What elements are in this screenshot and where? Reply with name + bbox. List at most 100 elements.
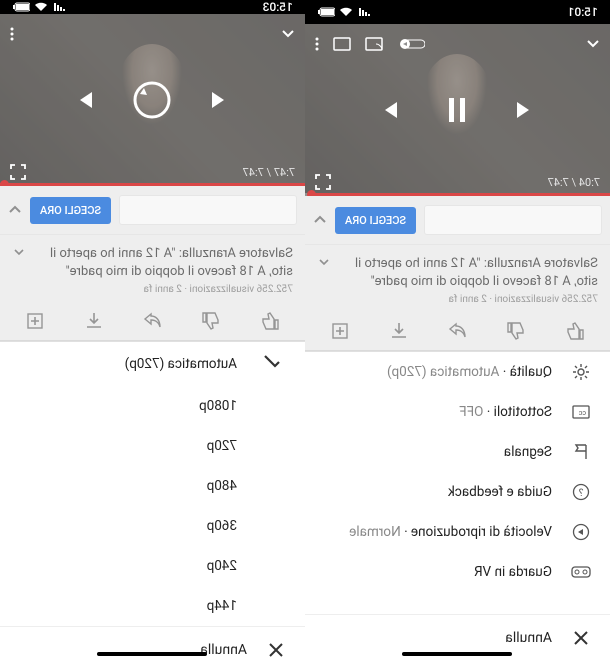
signal-icon (52, 2, 66, 12)
quality-sheet: Automatica (720p) 1080p 720p 480p 360p 2… (0, 341, 305, 672)
banner-cta-button[interactable]: SCEGLI ORA (30, 197, 111, 224)
progress-bar[interactable] (0, 183, 305, 186)
quality-option-row[interactable]: 720p (0, 426, 305, 466)
expand-icon[interactable] (317, 255, 331, 269)
status-bar: 15:01 (305, 0, 610, 24)
replay-button[interactable] (129, 76, 177, 124)
speed-row[interactable]: Velocità di riproduzione · Normale (305, 512, 610, 552)
next-icon[interactable] (380, 99, 402, 121)
quality-option-row[interactable]: 240p (0, 546, 305, 586)
quality-auto-label: Automatica (720p) (18, 356, 237, 372)
captions-value: OFF (459, 404, 483, 420)
vr-icon (571, 566, 591, 578)
video-player[interactable]: 7:47 / 7:47 (0, 14, 305, 186)
close-icon (573, 630, 589, 646)
clock: 15:01 (568, 5, 598, 19)
captions-row[interactable]: cc Sottotitoli · OFF (305, 392, 610, 432)
cancel-label: Annulla (505, 630, 552, 646)
dislike-icon[interactable] (201, 311, 221, 331)
status-bar: 15:03 (0, 0, 305, 14)
vr-label: Guarda in VR (323, 564, 552, 580)
flag-icon (573, 443, 589, 461)
settings-sheet: Qualità · Automatica (720p) cc Sottotito… (305, 351, 610, 660)
speed-value: Normale (349, 524, 401, 540)
playback-time: 7:04 / 7:47 (548, 176, 600, 189)
like-icon[interactable] (260, 311, 280, 331)
quality-row[interactable]: Qualità · Automatica (720p) (305, 352, 610, 392)
expand-icon[interactable] (12, 245, 26, 259)
download-icon[interactable] (389, 321, 409, 341)
collapse-icon[interactable] (8, 203, 22, 217)
action-bar (0, 301, 305, 341)
wifi-icon (34, 2, 48, 12)
fullscreen-icon[interactable] (10, 164, 26, 180)
chevron-down-icon[interactable] (586, 37, 600, 51)
cancel-row[interactable]: Annulla (0, 626, 305, 672)
home-indicator (403, 652, 513, 656)
banner-image (119, 195, 297, 225)
previous-icon[interactable] (514, 99, 536, 121)
quality-option-row[interactable]: 360p (0, 506, 305, 546)
chevron-down-icon[interactable] (281, 27, 295, 41)
quality-option-row[interactable]: 480p (0, 466, 305, 506)
video-player[interactable]: 7:04 / 7:47 (305, 24, 610, 196)
like-icon[interactable] (565, 321, 585, 341)
share-icon[interactable] (448, 321, 468, 341)
video-meta: 752.256 visualizzazioni · 2 anni fa (12, 284, 293, 295)
battery-icon (317, 7, 335, 17)
video-info[interactable]: Salvatore Aranzulla: "A 12 anni ho apert… (0, 234, 305, 301)
wifi-icon (339, 7, 353, 17)
speed-icon (572, 523, 590, 541)
quality-label: Qualità (510, 364, 552, 380)
pause-button[interactable] (434, 86, 482, 134)
help-row[interactable]: ? Guida e feedback (305, 472, 610, 512)
action-bar (305, 311, 610, 351)
cc-icon: cc (572, 405, 590, 419)
progress-bar[interactable] (305, 193, 610, 196)
download-icon[interactable] (84, 311, 104, 331)
video-title: Salvatore Aranzulla: "A 12 anni ho apert… (331, 255, 598, 290)
fullscreen-icon[interactable] (315, 174, 331, 190)
quality-option-row[interactable]: 1080p (0, 386, 305, 426)
video-info[interactable]: Salvatore Aranzulla: "A 12 anni ho apert… (305, 244, 610, 311)
more-vert-icon[interactable] (315, 37, 319, 51)
cast-icon[interactable] (365, 37, 383, 51)
save-icon[interactable] (25, 311, 45, 331)
more-vert-icon[interactable] (10, 27, 14, 41)
next-icon[interactable] (75, 89, 97, 111)
collapse-icon[interactable] (313, 213, 327, 227)
captions-icon[interactable] (333, 37, 351, 51)
help-icon: ? (572, 483, 590, 501)
previous-icon[interactable] (209, 89, 231, 111)
save-icon[interactable] (330, 321, 350, 341)
report-row[interactable]: Segnala (305, 432, 610, 472)
ad-banner: SCEGLI ORA (0, 186, 305, 234)
report-label: Segnala (323, 444, 552, 460)
ad-banner: SCEGLI ORA (305, 196, 610, 244)
battery-icon (12, 2, 30, 12)
share-icon[interactable] (143, 311, 163, 331)
clock: 15:03 (263, 0, 293, 14)
dislike-icon[interactable] (506, 321, 526, 341)
gear-icon (572, 363, 590, 381)
speed-label: Velocità di riproduzione (411, 524, 552, 540)
svg-text:?: ? (579, 488, 584, 499)
video-meta: 752.256 visualizzazioni · 2 anni fa (317, 294, 598, 305)
cancel-label: Annulla (200, 642, 247, 658)
playback-time: 7:47 / 7:47 (243, 166, 295, 179)
captions-label: Sottotitoli (494, 404, 552, 420)
banner-cta-button[interactable]: SCEGLI ORA (335, 207, 416, 234)
video-title: Salvatore Aranzulla: "A 12 anni ho apert… (26, 245, 293, 280)
autoplay-toggle-icon[interactable] (397, 37, 425, 51)
help-label: Guida e feedback (323, 484, 552, 500)
home-indicator (98, 652, 208, 656)
vr-row[interactable]: Guarda in VR (305, 552, 610, 592)
check-icon (263, 355, 281, 369)
quality-value: Automatica (720p) (387, 364, 499, 380)
banner-image (424, 205, 602, 235)
quality-option-row[interactable]: 144p (0, 586, 305, 626)
close-icon (268, 642, 284, 658)
svg-text:cc: cc (578, 409, 586, 417)
quality-auto-row[interactable]: Automatica (720p) (0, 342, 305, 386)
signal-icon (357, 7, 371, 17)
